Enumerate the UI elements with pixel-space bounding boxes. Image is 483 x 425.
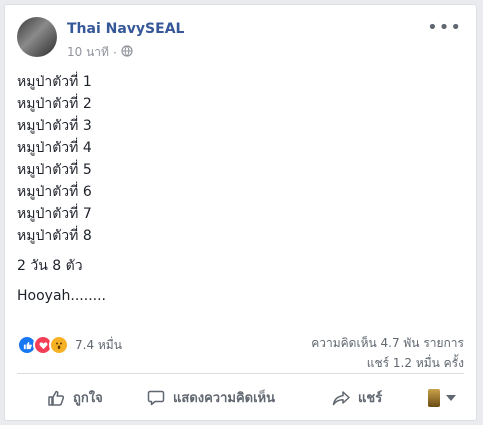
comments-count[interactable]: ความคิดเห็น 4.7 พัน รายการ <box>311 333 464 353</box>
reactions-count[interactable]: 7.4 หมื่น <box>75 336 122 355</box>
comment-button[interactable]: แสดงความคิดเห็น <box>147 387 275 408</box>
more-icon[interactable]: ••• <box>427 17 462 38</box>
post-line: หมูป่าตัวที่ 2 <box>17 96 92 112</box>
engagement-stats: ความคิดเห็น 4.7 พัน รายการ แชร์ 1.2 หมื่… <box>311 333 464 373</box>
globe-icon[interactable] <box>121 45 133 60</box>
comment-icon <box>147 389 165 407</box>
post-line: หมูป่าตัวที่ 3 <box>17 118 92 134</box>
meta-separator: · <box>112 45 117 60</box>
page-avatar <box>428 389 440 407</box>
post-line: หมูป่าตัวที่ 8 <box>17 228 92 244</box>
thumbs-up-icon <box>47 389 65 407</box>
share-icon <box>332 389 350 407</box>
post-line: หมูป่าตัวที่ 6 <box>17 184 92 200</box>
post-time[interactable]: 10 นาที <box>67 43 109 62</box>
post-stats: 7.4 หมื่น ความคิดเห็น 4.7 พัน รายการ แชร… <box>17 325 464 374</box>
post-signoff: Hooyah........ <box>17 288 106 304</box>
post-line: หมูป่าตัวที่ 4 <box>17 140 92 156</box>
post-line: หมูป่าตัวที่ 7 <box>17 206 92 222</box>
reactions-summary[interactable]: 7.4 หมื่น <box>17 335 122 355</box>
like-label: ถูกใจ <box>73 391 103 406</box>
share-label: แชร์ <box>358 391 383 406</box>
shares-count[interactable]: แชร์ 1.2 หมื่น ครั้ง <box>311 353 464 373</box>
author-name[interactable]: Thai NavySEAL <box>67 21 184 37</box>
post-summary: 2 วัน 8 ตัว <box>17 258 83 274</box>
avatar[interactable] <box>17 17 57 57</box>
post-meta: 10 นาที · <box>67 43 133 62</box>
share-button[interactable]: แชร์ <box>332 387 382 408</box>
page-selector[interactable] <box>428 389 456 407</box>
post-card: Thai NavySEAL 10 นาที · ••• หมูป่าตัวที่… <box>4 4 477 421</box>
wow-reaction-icon <box>49 335 69 355</box>
like-button[interactable]: ถูกใจ <box>47 387 103 408</box>
comment-label: แสดงความคิดเห็น <box>173 391 276 406</box>
chevron-down-icon <box>446 395 456 401</box>
post-line: หมูป่าตัวที่ 5 <box>17 162 92 178</box>
post-line: หมูป่าตัวที่ 1 <box>17 74 92 90</box>
post-header: Thai NavySEAL 10 นาที · ••• <box>17 17 464 61</box>
post-body: หมูป่าตัวที่ 1 หมูป่าตัวที่ 2 หมูป่าตัวท… <box>17 71 464 307</box>
action-bar: ถูกใจ แสดงความคิดเห็น แชร์ <box>17 377 464 415</box>
